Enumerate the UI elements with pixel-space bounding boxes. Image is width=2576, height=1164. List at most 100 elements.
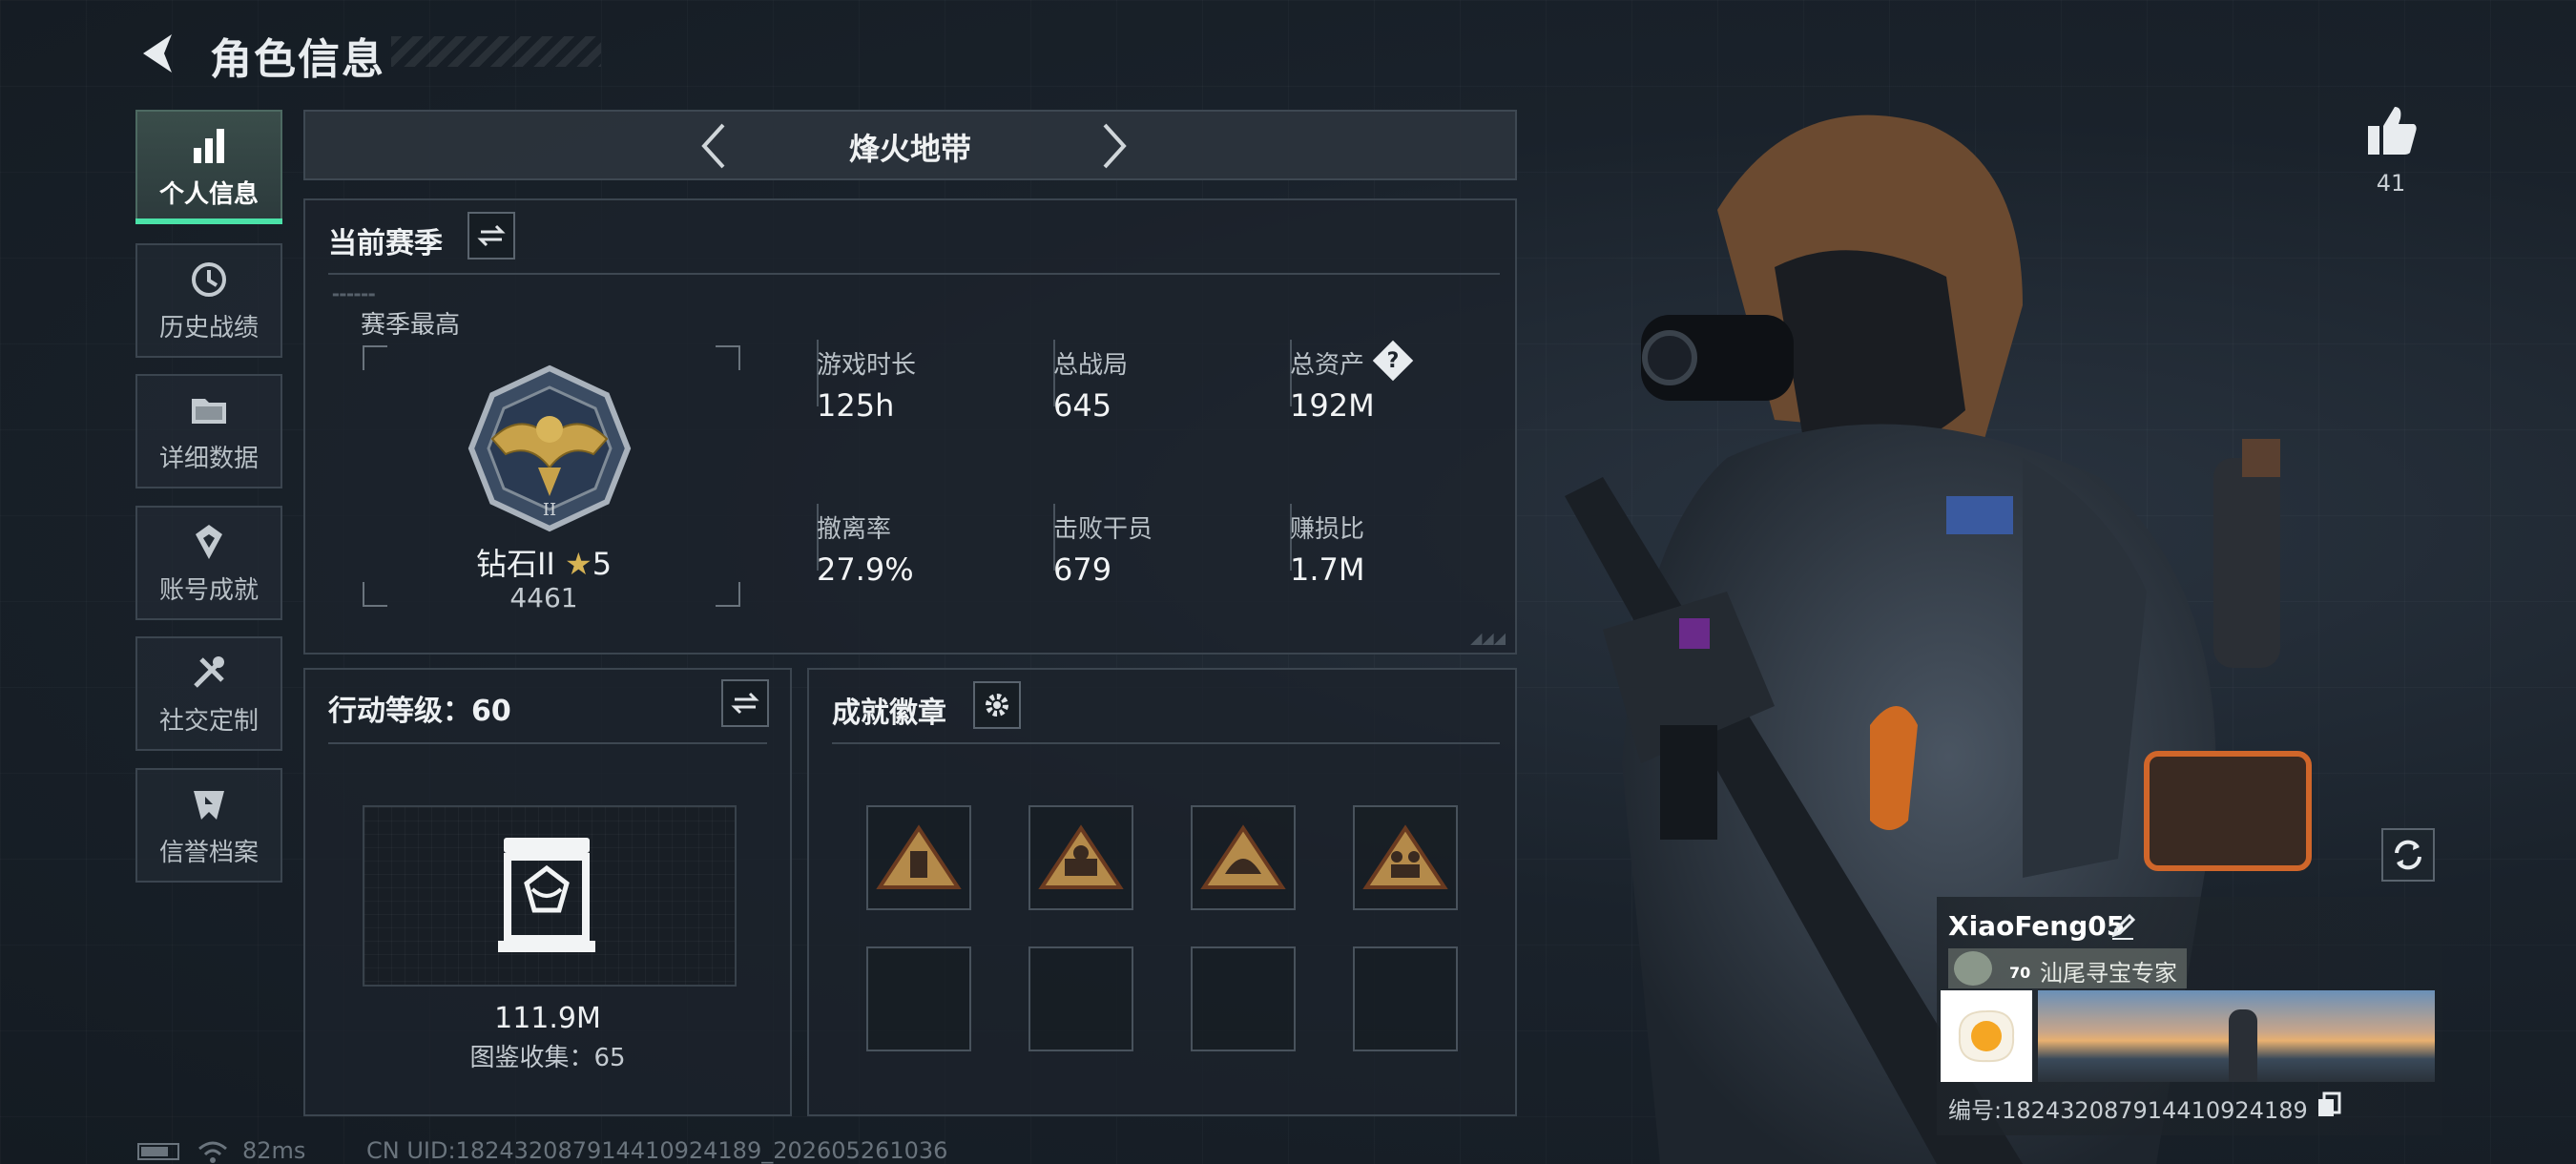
switch-arrows-icon	[731, 692, 759, 715]
sidebar-item-label: 信誉档案	[158, 838, 259, 867]
section-divider	[328, 742, 767, 744]
badge-dogtag-icon	[876, 824, 962, 889]
season-switch-button[interactable]	[467, 212, 515, 260]
title-decoration	[391, 36, 601, 67]
tools-icon	[194, 655, 224, 688]
sidebar-item-label: 个人信息	[158, 179, 259, 209]
battery-icon	[137, 1143, 179, 1160]
decorative-tiny-text: ▬▬▬▬▬▬	[332, 290, 376, 299]
rank-star-icon: ★	[565, 546, 592, 582]
edit-pencil-icon[interactable]	[2109, 912, 2137, 941]
badge-helmet-icon	[1200, 824, 1286, 889]
stat-assets-value: 192M	[1290, 387, 1375, 424]
achievement-badge-4[interactable]	[1353, 805, 1458, 910]
achievement-empty-slot[interactable]	[1191, 946, 1296, 1051]
player-title-text: 汕尾寻宝专家	[2040, 960, 2177, 987]
stat-kills-value: 679	[1053, 551, 1112, 588]
achievement-icon	[196, 524, 222, 559]
banner-figure	[2229, 1009, 2257, 1082]
achievement-badge-3[interactable]	[1191, 805, 1296, 910]
history-icon	[192, 261, 226, 297]
sidebar-item-achievements[interactable]: 账号成就	[135, 506, 282, 620]
profile-banner[interactable]	[2038, 990, 2435, 1082]
title-emblem-icon	[1954, 951, 1992, 986]
folder-icon	[192, 398, 226, 424]
frame-corner	[363, 582, 387, 607]
achievement-badge-2[interactable]	[1028, 805, 1133, 910]
stat-ratio-label: 赚损比	[1290, 515, 1365, 544]
rank-emblem-icon: II	[467, 364, 632, 532]
stat-playtime-value: 125h	[817, 387, 895, 424]
stat-extract-value: 27.9%	[817, 551, 914, 588]
sidebar-item-history[interactable]: 历史战绩	[135, 243, 282, 358]
badge-squad-icon	[1362, 824, 1448, 889]
stat-matches-value: 645	[1053, 387, 1112, 424]
avatar[interactable]	[1941, 990, 2032, 1082]
avatar-level: 70	[2009, 964, 2031, 982]
like-count: 41	[2376, 170, 2406, 197]
stat-matches-label: 总战局	[1053, 351, 1129, 380]
wifi-icon	[198, 1141, 227, 1163]
achievements-title: 成就徽章	[832, 696, 946, 730]
frame-corner	[363, 345, 387, 370]
rank-line: 钻石II ★5	[401, 540, 687, 584]
gear-icon	[986, 694, 1008, 717]
fried-egg-icon	[1958, 1009, 2015, 1063]
sidebar-item-label: 账号成就	[158, 575, 259, 605]
frame-corner	[716, 345, 740, 370]
assets-help-button[interactable]: ?	[1372, 340, 1414, 382]
stat-kills-label: 击败干员	[1053, 515, 1153, 544]
collection-value: 111.9M	[494, 1002, 601, 1035]
svg-text:II: II	[543, 500, 556, 520]
rank-stars: 5	[592, 546, 613, 582]
collection-display[interactable]	[363, 805, 737, 987]
credit-shield-icon	[194, 790, 224, 820]
mode-tab-bar: 烽火地带	[303, 110, 1517, 180]
ping-value: 82ms	[242, 1137, 306, 1164]
stat-playtime-label: 游戏时长	[817, 351, 917, 380]
sidebar-item-social[interactable]: 社交定制	[135, 636, 282, 751]
rank-name: 钻石II	[475, 546, 555, 582]
sidebar-item-label: 历史战绩	[158, 313, 259, 343]
switch-arrows-icon	[477, 224, 506, 247]
achievement-badge-1[interactable]	[866, 805, 971, 910]
season-title: 当前赛季	[328, 227, 443, 260]
sidebar-item-detailed-data[interactable]: 详细数据	[135, 374, 282, 488]
collection-count: 图鉴收集：65	[469, 1044, 626, 1072]
rank-score: 4461	[509, 582, 578, 613]
action-level-panel: 行动等级：60 111.9M 图鉴收集：65	[303, 668, 792, 1116]
page-title: 角色信息	[210, 35, 385, 84]
season-panel: 当前赛季 ▬▬▬▬▬▬ 赛季最高 II 钻石II ★5 4461 游戏时长 12…	[303, 198, 1517, 655]
chevron-right-icon[interactable]	[1095, 119, 1133, 173]
frame-corner	[716, 582, 740, 607]
stat-assets-label: 总资产	[1290, 351, 1365, 380]
achievement-empty-slot[interactable]	[866, 946, 971, 1051]
player-title-badge: 70 汕尾寻宝专家	[1948, 948, 2187, 988]
mode-title: 烽火地带	[848, 131, 971, 167]
footer-uid: CN UID:18243208791441092418​9_2026052610…	[366, 1137, 948, 1164]
stat-extract-label: 撤离率	[817, 515, 892, 544]
season-best-label: 赛季最高	[361, 311, 461, 340]
action-level-switch-button[interactable]	[721, 679, 769, 727]
sidebar-item-label: 社交定制	[158, 706, 259, 736]
refresh-button[interactable]	[2381, 828, 2435, 882]
player-name: XiaoFeng05	[1948, 910, 2126, 942]
help-mark: ?	[1386, 348, 1400, 373]
achievements-panel: 成就徽章	[807, 668, 1517, 1116]
stat-ratio-value: 1.7M	[1290, 551, 1365, 588]
achievement-empty-slot[interactable]	[1028, 946, 1133, 1051]
achievements-settings-button[interactable]	[973, 681, 1021, 729]
copy-icon[interactable]	[2316, 1091, 2341, 1118]
sidebar-item-label: 详细数据	[158, 444, 259, 473]
action-level-title: 行动等级：60	[328, 695, 511, 728]
collection-case-icon	[498, 838, 595, 952]
bar-chart-icon	[194, 128, 224, 163]
achievement-empty-slot[interactable]	[1353, 946, 1458, 1051]
sidebar-item-personal-info[interactable]: 个人信息	[135, 110, 282, 224]
back-arrow-icon[interactable]	[134, 29, 183, 78]
badge-vehicle-icon	[1038, 824, 1124, 889]
thumbs-up-icon[interactable]	[2364, 103, 2420, 158]
section-divider	[328, 273, 1500, 275]
refresh-icon	[2395, 840, 2421, 870]
sidebar-item-credit[interactable]: 信誉档案	[135, 768, 282, 883]
